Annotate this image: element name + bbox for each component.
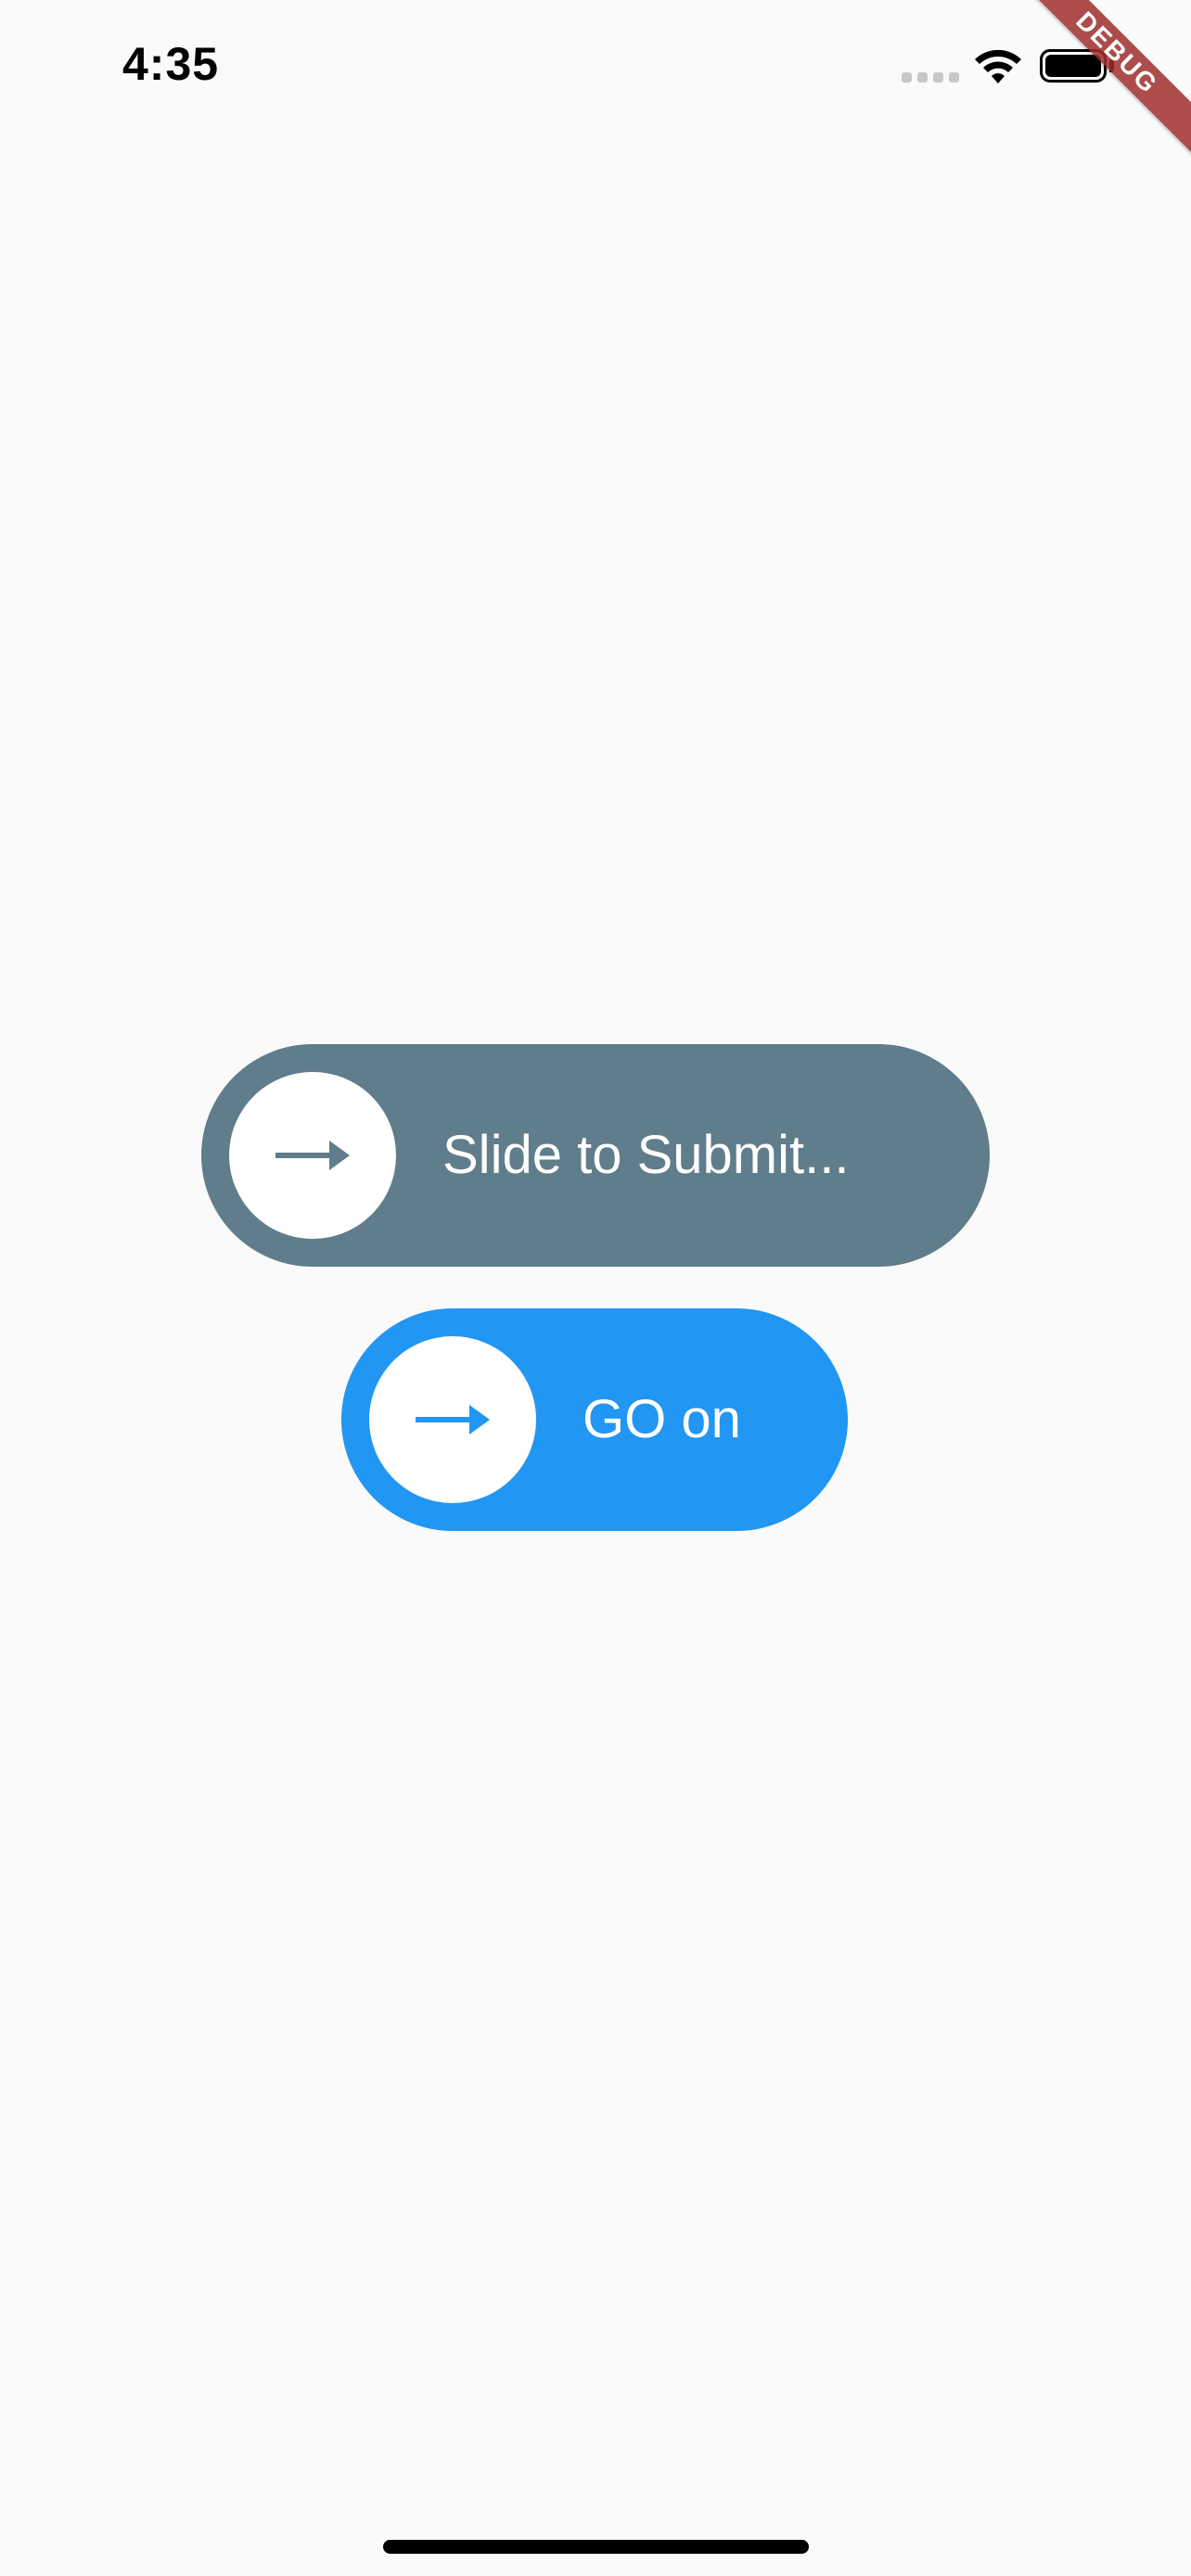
app-screen: 4:35 DEBUG Slide to Submit... GO on (0, 0, 1191, 2576)
go-on-slide-button[interactable]: GO on (341, 1308, 848, 1531)
arrow-right-icon (275, 1141, 350, 1170)
home-indicator[interactable] (383, 2540, 809, 2554)
slide-to-submit-button[interactable]: Slide to Submit... (201, 1044, 990, 1267)
wifi-icon (975, 49, 1021, 83)
arrow-right-icon (416, 1405, 490, 1435)
status-time: 4:35 (122, 38, 220, 90)
slider-knob[interactable] (369, 1336, 536, 1503)
cellular-signal-icon (902, 72, 959, 83)
slider-knob[interactable] (229, 1072, 396, 1239)
slider-label: Slide to Submit... (442, 1125, 850, 1185)
slider-label: GO on (583, 1389, 741, 1449)
